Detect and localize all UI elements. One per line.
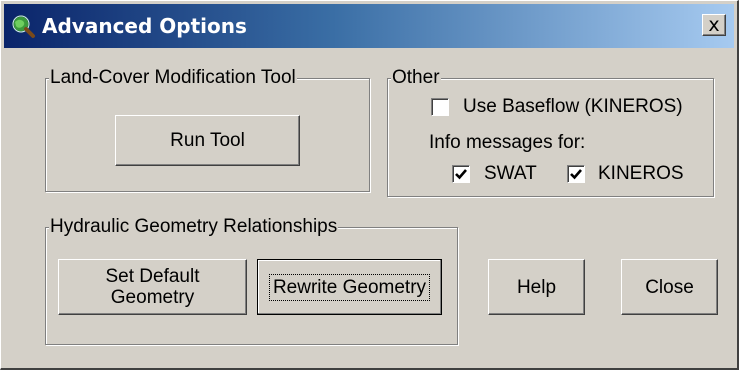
use-baseflow-checkbox[interactable]: [431, 98, 449, 116]
help-button[interactable]: Help: [488, 259, 585, 315]
info-messages-label: Info messages for:: [429, 132, 586, 153]
kineros-checkbox[interactable]: [567, 165, 585, 183]
set-default-label-line2: Geometry: [110, 287, 195, 308]
swat-checkbox[interactable]: [452, 165, 470, 183]
rewrite-geometry-button[interactable]: Rewrite Geometry: [257, 259, 442, 315]
other-legend: Other: [391, 67, 441, 89]
close-window-button[interactable]: x: [702, 14, 726, 36]
close-icon: x: [708, 14, 720, 36]
set-default-label-line1: Set Default: [105, 266, 200, 287]
close-label: Close: [645, 276, 694, 298]
kineros-label: KINEROS: [598, 163, 684, 184]
hydraulic-geometry-legend: Hydraulic Geometry Relationships: [49, 216, 339, 238]
use-baseflow-label: Use Baseflow (KINEROS): [463, 96, 683, 117]
close-button[interactable]: Close: [621, 259, 718, 315]
land-cover-legend: Land-Cover Modification Tool: [49, 67, 297, 89]
run-tool-label: Run Tool: [170, 130, 245, 151]
check-mark-icon: [570, 169, 582, 180]
title-bar[interactable]: Advanced Options x: [4, 4, 734, 48]
help-label: Help: [516, 276, 557, 298]
advanced-options-dialog: Advanced Options x Land-Cover Modificati…: [0, 0, 739, 370]
set-default-geometry-button[interactable]: Set Default Geometry: [58, 259, 247, 315]
window-title: Advanced Options: [42, 14, 247, 38]
check-mark-icon: [455, 169, 467, 180]
rewrite-geometry-label: Rewrite Geometry: [268, 273, 431, 301]
swat-label: SWAT: [484, 163, 537, 184]
globe-magnifier-icon: [10, 13, 36, 39]
run-tool-button[interactable]: Run Tool: [115, 115, 300, 166]
